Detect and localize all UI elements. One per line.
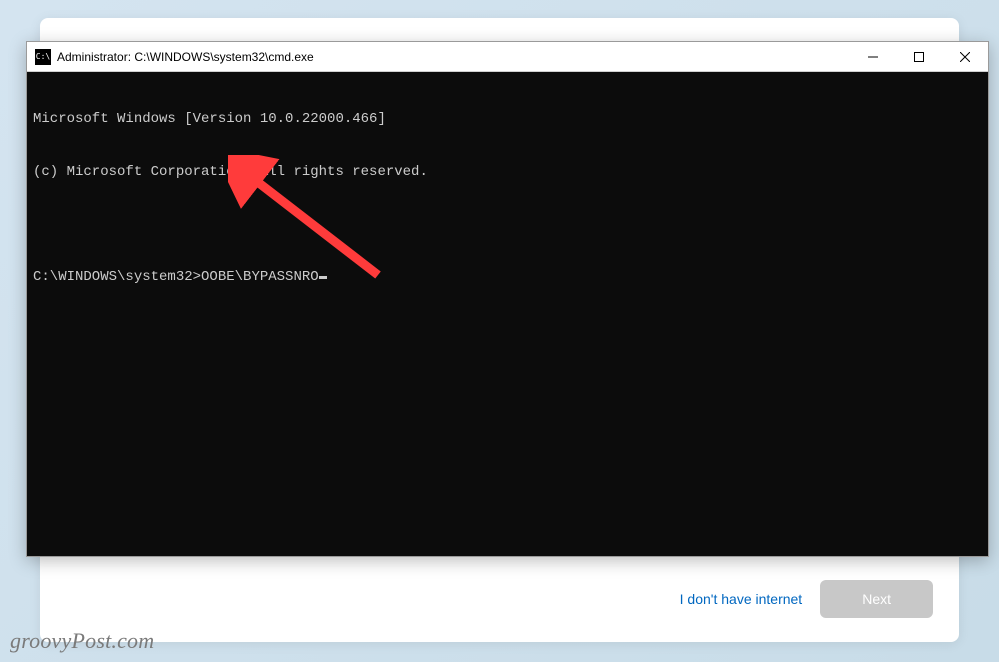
cmd-window: C:\ Administrator: C:\WINDOWS\system32\c…: [26, 41, 989, 557]
cmd-titlebar[interactable]: C:\ Administrator: C:\WINDOWS\system32\c…: [27, 42, 988, 72]
oobe-footer: I don't have internet Next: [60, 580, 939, 622]
cmd-blank-line: [33, 216, 982, 234]
watermark: groovyPost.com: [10, 628, 154, 654]
minimize-icon: [868, 52, 878, 62]
no-internet-link[interactable]: I don't have internet: [680, 591, 803, 607]
close-icon: [960, 52, 970, 62]
cmd-cursor: [319, 276, 327, 279]
minimize-button[interactable]: [850, 42, 896, 71]
close-button[interactable]: [942, 42, 988, 71]
cmd-icon: C:\: [35, 49, 51, 65]
window-controls: [850, 42, 988, 71]
cmd-prompt: C:\WINDOWS\system32>: [33, 269, 201, 285]
maximize-icon: [914, 52, 924, 62]
cmd-window-title: Administrator: C:\WINDOWS\system32\cmd.e…: [57, 50, 850, 64]
next-button[interactable]: Next: [820, 580, 933, 618]
cmd-output-line: Microsoft Windows [Version 10.0.22000.46…: [33, 111, 982, 129]
cmd-prompt-line: C:\WINDOWS\system32>OOBE\BYPASSNRO: [33, 269, 982, 287]
cmd-output-line: (c) Microsoft Corporation. All rights re…: [33, 164, 982, 182]
maximize-button[interactable]: [896, 42, 942, 71]
cmd-body[interactable]: Microsoft Windows [Version 10.0.22000.46…: [27, 72, 988, 556]
cmd-typed-command: OOBE\BYPASSNRO: [201, 269, 319, 285]
